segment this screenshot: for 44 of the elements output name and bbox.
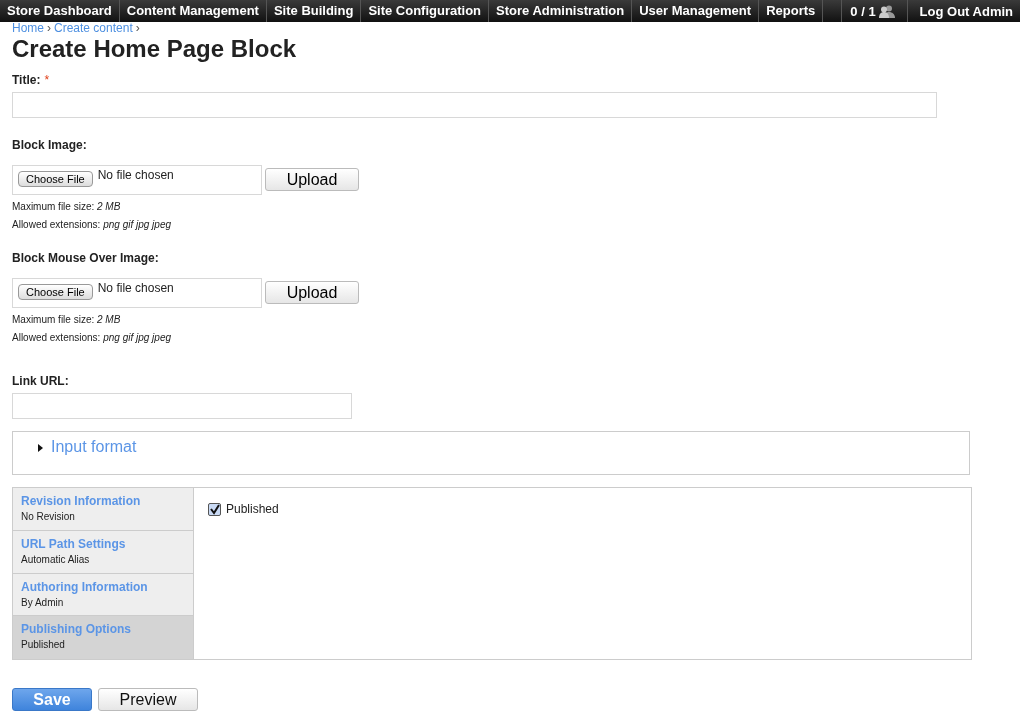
tab-summary: Published [21, 639, 66, 651]
menu-item[interactable]: Site Building [266, 0, 362, 22]
choose-file-button[interactable]: Choose File [18, 284, 93, 300]
page-title: Create Home Page Block [12, 35, 298, 63]
field-label: Block Mouse Over Image: [12, 251, 159, 265]
field-label: Title: [12, 73, 41, 87]
field-label: Block Image: [12, 138, 87, 152]
upload-button[interactable]: Upload [265, 168, 359, 191]
published-checkbox[interactable] [208, 502, 221, 516]
tab-title: Publishing Options [21, 622, 132, 637]
menu-item[interactable]: Content Management [119, 0, 267, 22]
logout-link[interactable]: Log Out Admin [907, 3, 1020, 19]
tab-summary: No Revision [21, 511, 76, 522]
upload-button[interactable]: Upload [265, 281, 359, 304]
field-description: Allowed extensions: png gif jpg jpeg [12, 218, 172, 231]
menu-item[interactable]: User Management [632, 0, 760, 22]
required-mark: * [44, 73, 50, 87]
file-status: No file chosen [97, 281, 174, 295]
menu-item[interactable]: Site Configuration [361, 0, 490, 22]
tab-title: URL Path Settings [21, 536, 127, 551]
menu-item[interactable]: Reports [759, 0, 824, 22]
title-input[interactable] [12, 92, 937, 118]
file-input[interactable]: Choose File No file chosen [12, 278, 262, 308]
tab-title: Authoring Information [21, 579, 149, 594]
users-icon [878, 4, 895, 18]
breadcrumb-separator: › [47, 22, 51, 34]
user-count: 0 / 1 [850, 3, 876, 19]
file-input[interactable]: Choose File No file chosen [12, 165, 262, 195]
breadcrumb-separator: › [135, 22, 140, 34]
field-description: Maximum file size: 2 MB [12, 200, 122, 213]
tab-summary: By Admin [21, 596, 65, 608]
field-description: Allowed extensions: png gif jpg jpeg [12, 331, 172, 344]
vertical-tab[interactable]: Publishing Options Published [13, 616, 193, 659]
preview-button[interactable]: Preview [98, 688, 198, 711]
tab-title: Revision Information [21, 494, 142, 508]
field-description: Maximum file size: 2 MB [12, 313, 122, 326]
menu-item[interactable]: Store Administration [489, 0, 633, 22]
file-status: No file chosen [97, 168, 174, 182]
field-label: Link URL: [12, 374, 69, 388]
link-url-input[interactable] [12, 393, 352, 419]
menu-item[interactable]: Store Dashboard [0, 0, 120, 22]
checkbox-label: Published [226, 502, 279, 516]
tab-summary: Automatic Alias [21, 553, 91, 565]
choose-file-button[interactable]: Choose File [18, 171, 93, 187]
